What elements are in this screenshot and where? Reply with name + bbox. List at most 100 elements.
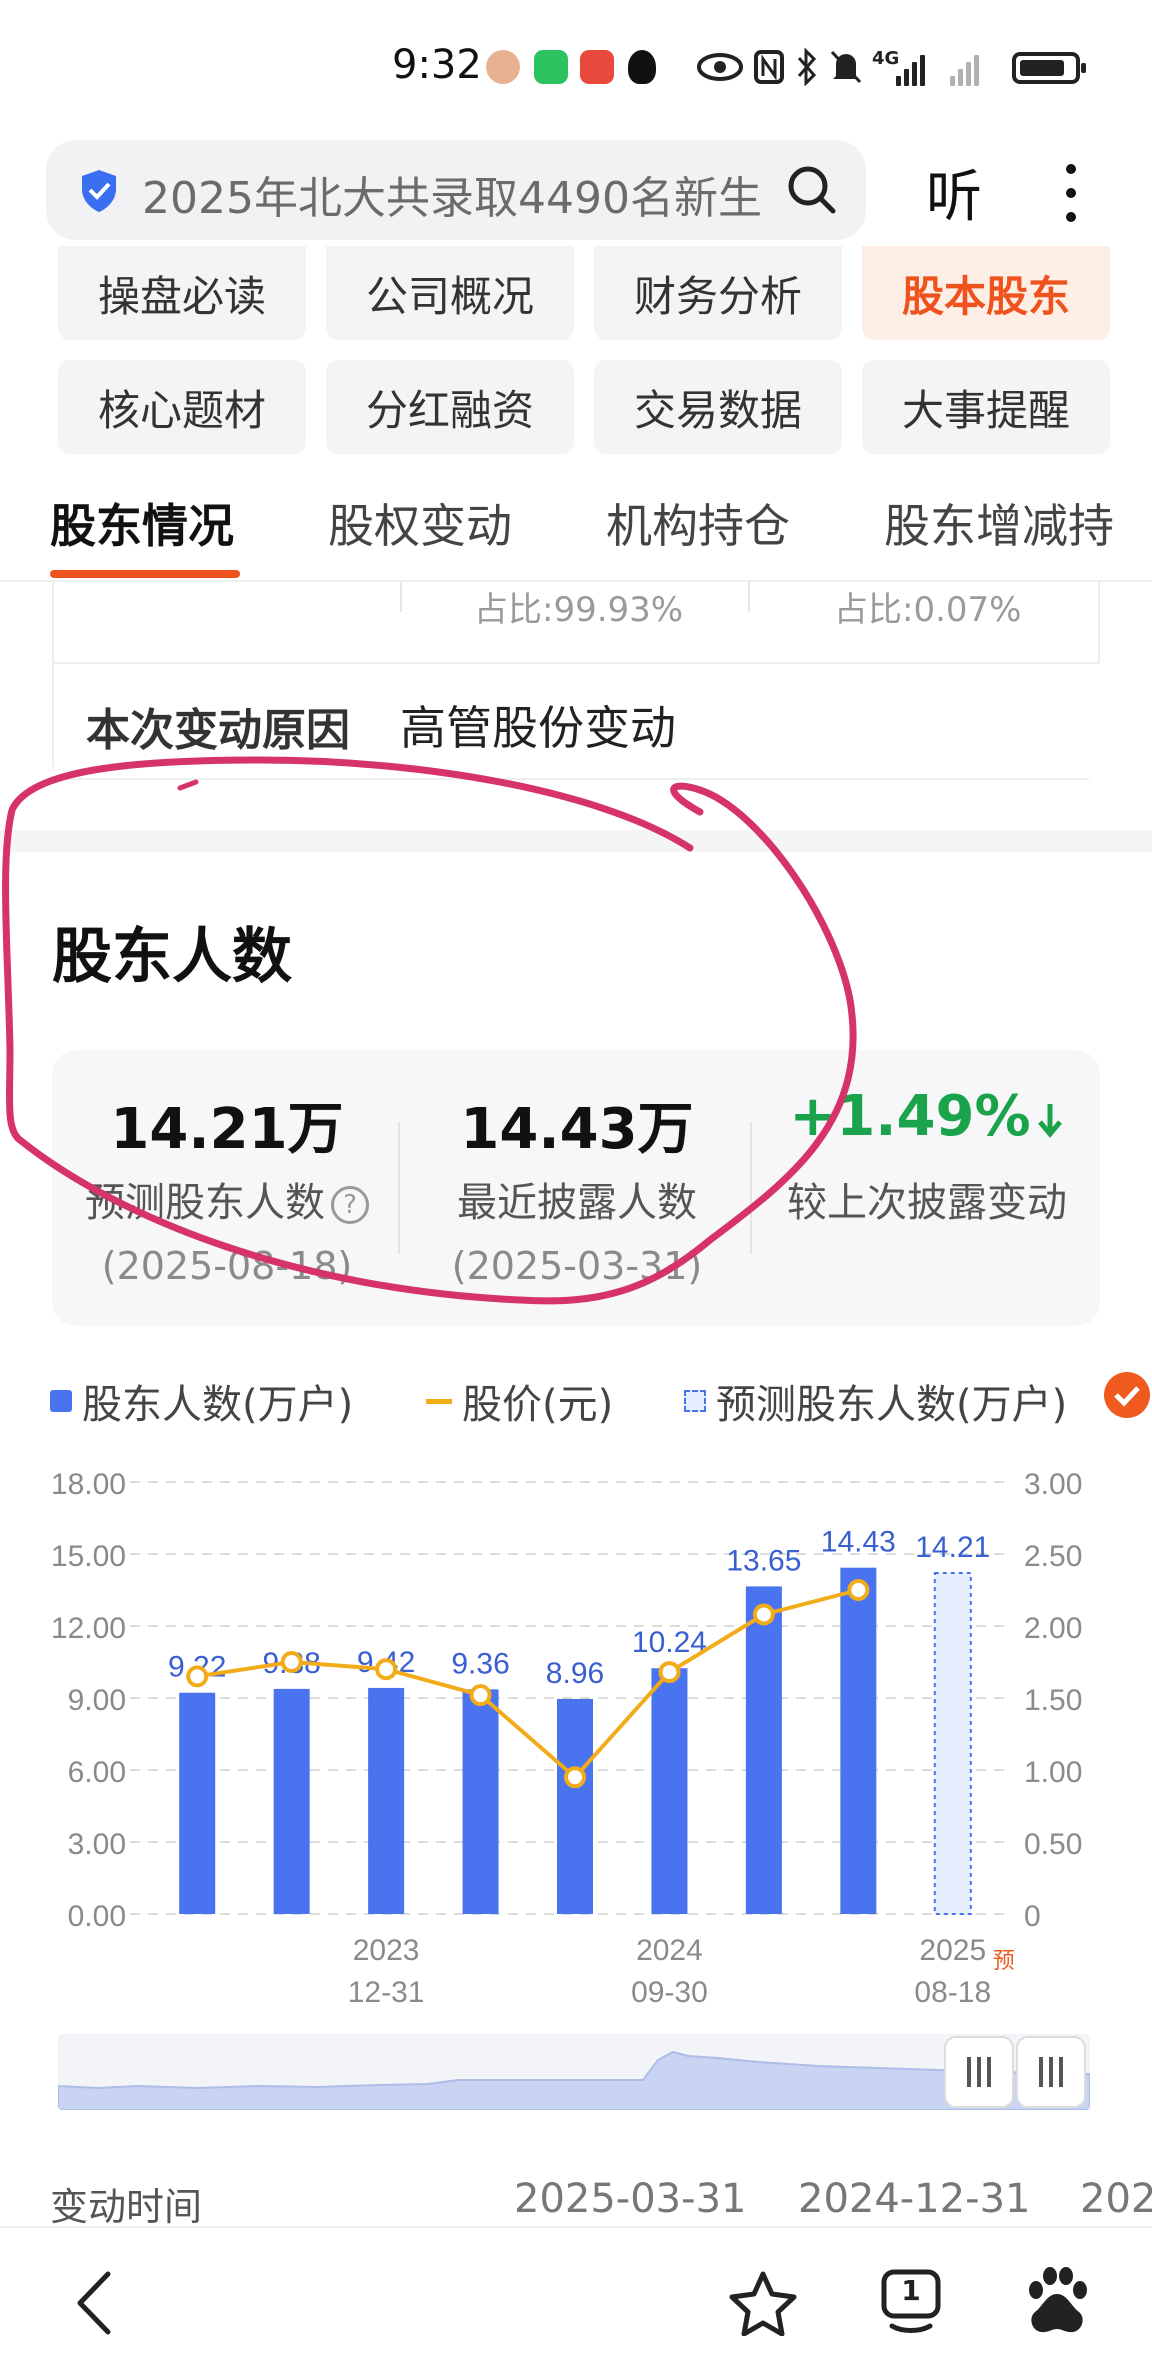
active-tab-indicator (50, 570, 240, 578)
bar-data-label: 14.21 (915, 1531, 990, 1564)
price-point (658, 1661, 681, 1684)
stat-latest-date: (2025-03-31) (451, 1244, 703, 1288)
bottom-nav: 1 (0, 2226, 1152, 2376)
y-tick-right: 3.00 (1024, 1468, 1082, 1501)
nav-chip-financial-analysis[interactable]: 财务分析 (594, 246, 842, 340)
listen-button[interactable]: 听 (926, 152, 982, 233)
y-tick-left: 0.00 (68, 1900, 126, 1933)
holder-bar (651, 1668, 688, 1914)
y-tick-left: 18.00 (51, 1468, 126, 1501)
nav-chip-company-profile[interactable]: 公司概况 (326, 246, 574, 340)
y-tick-left: 3.00 (68, 1828, 126, 1861)
reason-value: 高管股份变动 (400, 701, 676, 755)
stat-forecast: 14.21万 预测股东人数? (2025-08-18) (52, 1050, 402, 1326)
tab-holder-changes[interactable]: 股东增减持 (884, 490, 1114, 556)
stat-change: +1.49% 较上次披露变动 (752, 1050, 1102, 1326)
back-icon[interactable] (72, 2268, 116, 2338)
price-point (375, 1658, 398, 1681)
nav-chip-events[interactable]: 大事提醒 (862, 360, 1110, 454)
y-tick-right: 0.50 (1024, 1828, 1082, 1861)
tab-institution-holdings[interactable]: 机构持仓 (606, 490, 790, 556)
nav-chip-trade-data[interactable]: 交易数据 (594, 360, 842, 454)
legend-forecast-swatch (684, 1390, 706, 1412)
battery-icon (1012, 52, 1086, 84)
reason-label: 本次变动原因 (86, 705, 350, 756)
bar-data-label: 14.43 (821, 1526, 896, 1559)
forecast-bar (933, 1571, 972, 1916)
legend-bar-swatch (50, 1390, 72, 1412)
x-tick-year: 2023 (353, 1934, 420, 1967)
y-tick-right: 1.50 (1024, 1684, 1082, 1717)
bar-data-label: 13.65 (726, 1544, 801, 1577)
nav-chip-trading-guide[interactable]: 操盘必读 (58, 246, 306, 340)
price-point (186, 1665, 209, 1688)
legend-price-label: 股价(元) (462, 1382, 614, 1428)
y-tick-left: 12.00 (51, 1612, 126, 1645)
y-tick-right: 2.50 (1024, 1540, 1082, 1573)
tabs-icon[interactable]: 1 (880, 2268, 942, 2334)
x-tick-year: 2025 (919, 1934, 986, 1967)
change-card: 占比:99.93% 占比:0.07% 本次变动原因 高管股份变动 (52, 582, 1100, 780)
baidu-paw-icon[interactable] (1022, 2264, 1092, 2338)
tab-equity-change[interactable]: 股权变动 (328, 490, 512, 556)
stat-latest-value: 14.43万 (460, 1097, 694, 1162)
section-gap (0, 830, 1152, 852)
range-handle-left[interactable] (944, 2036, 1014, 2108)
change-time-label: 变动时间 (50, 2185, 203, 2229)
bar-data-label: 8.96 (546, 1657, 604, 1690)
status-time: 9:32 (392, 42, 482, 88)
tab-shareholder-status[interactable]: 股东情况 (50, 490, 234, 556)
search-query[interactable]: 2025年北大共录取4490名新生 (142, 162, 802, 226)
price-point (847, 1579, 870, 1601)
range-slider[interactable] (58, 2034, 1090, 2110)
stat-change-value: +1.49% (752, 1084, 1102, 1149)
card-divider (748, 582, 750, 612)
stat-change-value-text: +1.49% (789, 1084, 1031, 1149)
change-time-value: 2024-12-31 (798, 2176, 1031, 2222)
legend-forecast[interactable]: 预测股东人数(万户) (684, 1372, 1067, 1430)
signal-icon (950, 48, 979, 86)
bluetooth-icon (797, 48, 817, 86)
search-icon[interactable] (786, 164, 838, 216)
holders-chart[interactable]: 0.00 3.00 6.00 9.00 12.00 15.00 18.00 0 0.50 1.00… (0, 1450, 1152, 2010)
ratio-right: 占比:0.07% (834, 590, 1022, 630)
legend-forecast-label: 预测股东人数(万户) (716, 1382, 1068, 1428)
nav-chip-core-themes[interactable]: 核心题材 (58, 360, 306, 454)
holder-bar (840, 1567, 877, 1914)
more-menu-icon[interactable] (1050, 158, 1090, 228)
stat-forecast-value: 14.21万 (110, 1097, 344, 1162)
legend-holders[interactable]: 股东人数(万户) (50, 1372, 353, 1430)
avatar-icon (486, 50, 520, 84)
favorite-star-icon[interactable] (728, 2270, 798, 2336)
range-handle-right[interactable] (1016, 2036, 1086, 2108)
search-bar[interactable]: 2025年北大共录取4490名新生 (46, 140, 866, 240)
mute-icon (830, 50, 862, 84)
legend-toggle-button[interactable] (1104, 1372, 1150, 1418)
change-time-value: 2025-03-31 (514, 2176, 747, 2222)
price-point (280, 1651, 303, 1673)
section-title: 股东人数 (52, 922, 292, 992)
card-divider (400, 582, 402, 612)
nav-chip-share-capital[interactable]: 股本股东 (862, 246, 1110, 340)
legend-price[interactable]: 股价(元) (426, 1372, 613, 1430)
signal-icon (896, 48, 925, 86)
legend-line-swatch (426, 1398, 452, 1404)
stat-forecast-label-text: 预测股东人数 (85, 1180, 325, 1226)
y-tick-left: 15.00 (51, 1540, 126, 1573)
help-icon[interactable]: ? (331, 1186, 369, 1224)
stat-change-label: 较上次披露变动 (787, 1180, 1067, 1226)
stat-forecast-date: (2025-08-18) (101, 1244, 353, 1288)
holder-bar (462, 1689, 499, 1914)
check-icon (1114, 1386, 1140, 1407)
nav-chip-dividends[interactable]: 分红融资 (326, 360, 574, 454)
holder-bar (273, 1688, 310, 1914)
status-bar: 9:32 4G (0, 0, 1152, 130)
stat-latest: 14.43万 最近披露人数 (2025-03-31) (402, 1050, 752, 1326)
arrow-down-icon (1037, 1103, 1062, 1138)
tabs-count: 1 (901, 2274, 921, 2307)
holders-stats-card: 14.21万 预测股东人数? (2025-08-18) 14.43万 最近披露人… (52, 1050, 1100, 1326)
bar-data-label: 9.36 (451, 1647, 509, 1680)
app-icon (580, 50, 614, 84)
eye-icon (697, 53, 743, 81)
stat-latest-label: 最近披露人数 (457, 1180, 697, 1226)
